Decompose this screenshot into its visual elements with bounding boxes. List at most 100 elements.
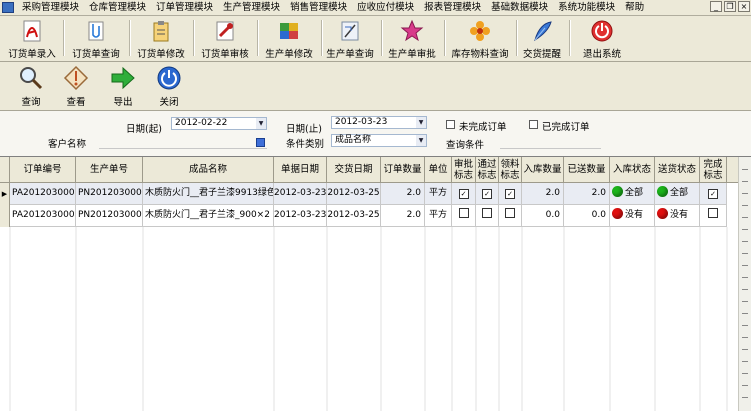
unfinished-orders-checkbox[interactable]: [446, 120, 455, 129]
cell-done-flag[interactable]: ✓: [700, 183, 727, 205]
cell-in-status[interactable]: 没有: [610, 205, 655, 227]
cell-doc-date[interactable]: 2012-03-23: [274, 183, 327, 205]
restore-icon[interactable]: ❐: [724, 1, 736, 12]
cell-in-qty[interactable]: 0.0: [522, 205, 564, 227]
col-product-name[interactable]: 成品名称: [143, 157, 274, 183]
col-unit[interactable]: 单位: [425, 157, 452, 183]
menu-system[interactable]: 系统功能模块: [553, 0, 620, 15]
inventory-query-button[interactable]: 库存物料查询: [448, 17, 512, 60]
date-end-label: 日期(止): [286, 124, 322, 135]
menu-order[interactable]: 订单管理模块: [151, 0, 218, 15]
menu-sales[interactable]: 销售管理模块: [285, 0, 352, 15]
menu-basic-data[interactable]: 基础数据模块: [486, 0, 553, 15]
query-condition-input[interactable]: [500, 136, 601, 149]
order-audit-button[interactable]: 订货单审核: [198, 17, 252, 60]
view-button[interactable]: 查看: [57, 64, 95, 108]
checkbox-unchecked[interactable]: [482, 208, 492, 218]
menu-production[interactable]: 生产管理模块: [218, 0, 285, 15]
condition-type-select[interactable]: 成品名称 ▼: [331, 134, 427, 147]
col-ship-status[interactable]: 送货状态: [655, 157, 700, 183]
cell-unit[interactable]: 平方: [425, 205, 452, 227]
cell-picked-flag[interactable]: [499, 205, 522, 227]
cell-ship-status[interactable]: 没有: [655, 205, 700, 227]
checkbox-checked[interactable]: ✓: [482, 189, 492, 199]
cell-approved-flag[interactable]: ✓: [452, 183, 476, 205]
checkbox-unchecked[interactable]: [458, 208, 469, 218]
status-green-icon: [657, 186, 668, 197]
chevron-down-icon[interactable]: ▼: [416, 117, 426, 128]
checkbox-checked[interactable]: ✓: [505, 189, 515, 199]
menu-warehouse[interactable]: 仓库管理模块: [84, 0, 151, 15]
cell-product-name[interactable]: 木质防火门__君子兰漆_900×2: [143, 205, 274, 227]
production-approve-button[interactable]: 生产单审批: [385, 17, 439, 60]
query-button[interactable]: 查询: [12, 64, 50, 108]
col-doc-date[interactable]: 单据日期: [274, 157, 327, 183]
date-end-picker[interactable]: 2012-03-23 ▼: [331, 116, 427, 129]
puzzle-icon: [277, 19, 301, 43]
order-entry-button[interactable]: 订货单录入: [6, 17, 58, 60]
cell-passed-flag[interactable]: ✓: [476, 183, 499, 205]
cell-approved-flag[interactable]: [452, 205, 476, 227]
cell-delivery-date[interactable]: 2012-03-25: [327, 205, 381, 227]
close-icon[interactable]: ×: [738, 1, 750, 12]
cell-sent-qty[interactable]: 2.0: [564, 183, 610, 205]
cell-production-no[interactable]: PN20120300002: [76, 205, 143, 227]
cell-picked-flag[interactable]: ✓: [499, 183, 522, 205]
minimize-icon[interactable]: _: [710, 1, 722, 12]
cell-delivery-date[interactable]: 2012-03-25: [327, 183, 381, 205]
cell-doc-date[interactable]: 2012-03-23: [274, 205, 327, 227]
cell-production-no[interactable]: PN20120300001: [76, 183, 143, 205]
cell-sent-qty[interactable]: 0.0: [564, 205, 610, 227]
finished-orders-checkbox[interactable]: [529, 120, 538, 129]
cell-order-qty[interactable]: 2.0: [381, 183, 425, 205]
exit-system-button[interactable]: 退出系统: [580, 17, 624, 60]
menu-help[interactable]: 帮助: [620, 0, 649, 15]
close-button[interactable]: 关闭: [150, 64, 188, 108]
chevron-down-icon[interactable]: ▼: [256, 118, 266, 129]
checkbox-checked[interactable]: ✓: [458, 189, 469, 199]
vertical-scrollbar[interactable]: [738, 157, 751, 411]
menu-bar: 采购管理模块 仓库管理模块 订单管理模块 生产管理模块 销售管理模块 应收应付模…: [0, 0, 751, 16]
customer-name-input[interactable]: [99, 136, 267, 149]
production-edit-button[interactable]: 生产单修改: [262, 17, 316, 60]
cell-order-no[interactable]: PA20120300001: [10, 183, 76, 205]
production-query-button[interactable]: 生产单查询: [324, 17, 376, 60]
view-icon: [63, 65, 89, 91]
col-approved-flag[interactable]: 审批 标志: [452, 157, 476, 183]
row-pointer-icon: ▶: [0, 183, 10, 205]
menu-receivable-payable[interactable]: 应收应付模块: [352, 0, 419, 15]
col-done-flag[interactable]: 完成 标志: [700, 157, 727, 183]
customer-lookup-icon[interactable]: [256, 138, 265, 147]
cell-passed-flag[interactable]: [476, 205, 499, 227]
col-order-qty[interactable]: 订单数量: [381, 157, 425, 183]
cell-done-flag[interactable]: [700, 205, 727, 227]
menu-purchase[interactable]: 采购管理模块: [17, 0, 84, 15]
col-in-status[interactable]: 入库状态: [610, 157, 655, 183]
order-query-button[interactable]: 订货单查询: [68, 17, 124, 60]
cell-in-qty[interactable]: 2.0: [522, 183, 564, 205]
export-button[interactable]: 导出: [104, 64, 142, 108]
cell-ship-status[interactable]: 全部: [655, 183, 700, 205]
col-order-no[interactable]: 订单编号: [10, 157, 76, 183]
col-delivery-date[interactable]: 交货日期: [327, 157, 381, 183]
delivery-reminder-button[interactable]: 交货提醒: [520, 17, 564, 60]
col-picked-flag[interactable]: 领料 标志: [499, 157, 522, 183]
cell-unit[interactable]: 平方: [425, 183, 452, 205]
date-start-picker[interactable]: 2012-02-22 ▼: [171, 117, 267, 130]
col-passed-flag[interactable]: 通过 标志: [476, 157, 499, 183]
cell-in-status[interactable]: 全部: [610, 183, 655, 205]
checkbox-checked[interactable]: ✓: [708, 189, 718, 199]
col-sent-qty[interactable]: 已送数量: [564, 157, 610, 183]
cell-order-qty[interactable]: 2.0: [381, 205, 425, 227]
menu-reports[interactable]: 报表管理模块: [419, 0, 486, 15]
chevron-down-icon[interactable]: ▼: [416, 135, 426, 146]
cell-product-name[interactable]: 木质防火门__君子兰漆9913绿色: [143, 183, 274, 205]
col-production-no[interactable]: 生产单号: [76, 157, 143, 183]
checkbox-unchecked[interactable]: [505, 208, 515, 218]
paper-clip-icon: [84, 19, 108, 43]
cell-order-no[interactable]: PA20120300001: [10, 205, 76, 227]
order-edit-button[interactable]: 订货单修改: [134, 17, 188, 60]
col-in-qty[interactable]: 入库数量: [522, 157, 564, 183]
action-toolbar: 查询 查看 导出 关闭: [0, 62, 751, 111]
checkbox-unchecked[interactable]: [708, 208, 718, 218]
